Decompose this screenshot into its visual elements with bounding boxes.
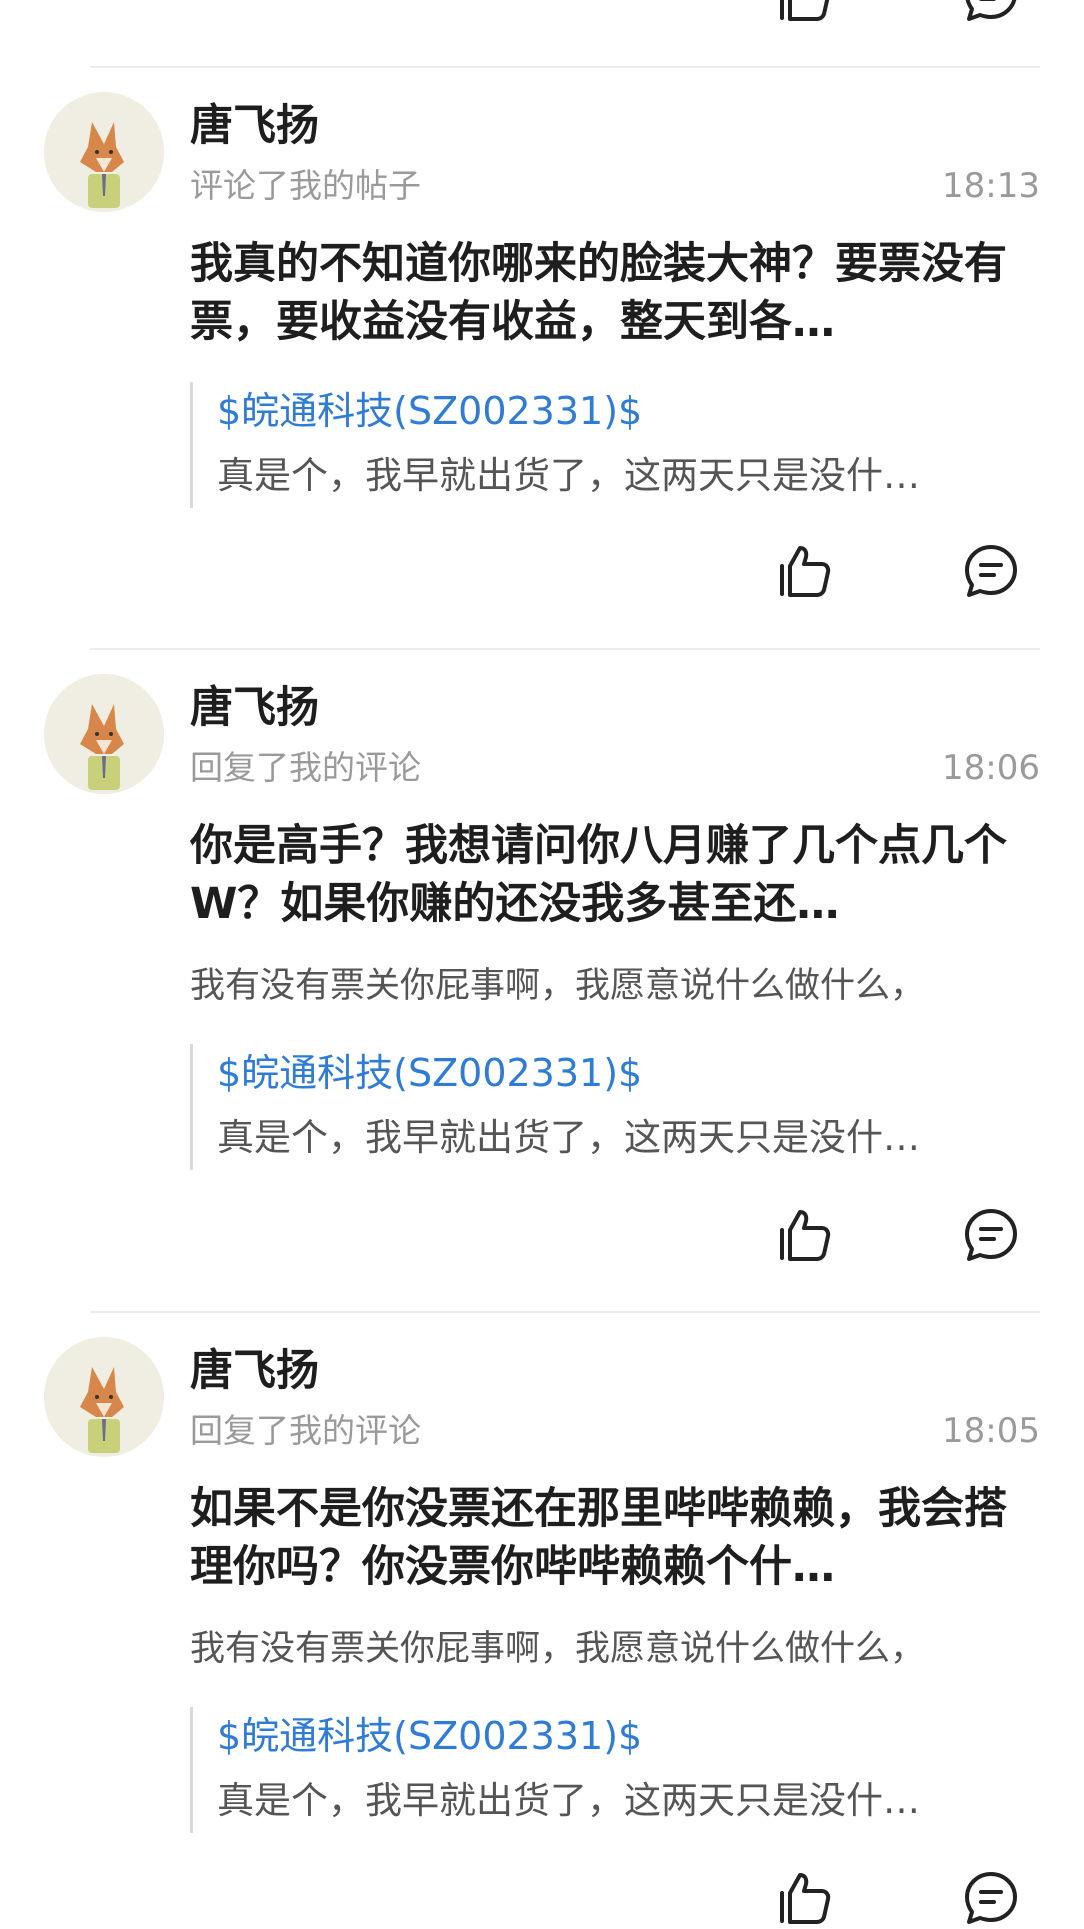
comment-content[interactable]: 如果不是你没票还在那里哔哔赖赖，我会搭理你吗？你没票你哔哔赖赖个什… (190, 1480, 1010, 1596)
user-avatar[interactable] (44, 674, 164, 794)
quoted-post[interactable]: $皖通科技(SZ002331)$ 真是个，我早就出货了，这两天只是没什… (190, 1044, 1023, 1170)
notification-action: 回复了我的评论 (190, 748, 421, 787)
timestamp: 18:06 (942, 748, 1040, 788)
notification-action: 评论了我的帖子 (190, 166, 421, 205)
action-bar (0, 542, 1084, 602)
timestamp: 18:13 (942, 166, 1040, 206)
comment-bubble-icon[interactable] (962, 542, 1020, 600)
comment-bubble-icon[interactable] (962, 1869, 1020, 1927)
thumbs-up-icon[interactable] (776, 542, 834, 600)
quoted-post-text: 真是个，我早就出货了，这两天只是没什… (217, 454, 920, 497)
action-bar (0, 0, 1084, 26)
replied-comment-text: 我有没有票关你屁事啊，我愿意说什么做什么， (190, 966, 926, 1006)
stock-link[interactable]: $皖通科技(SZ002331)$ (217, 1711, 642, 1761)
replied-comment-text: 我有没有票关你屁事啊，我愿意说什么做什么， (190, 1629, 926, 1669)
user-avatar[interactable] (44, 1337, 164, 1457)
quoted-post[interactable]: $皖通科技(SZ002331)$ 真是个，我早就出货了，这两天只是没什… (190, 382, 1023, 508)
quoted-post-text: 真是个，我早就出货了，这两天只是没什… (217, 1779, 920, 1822)
quoted-post[interactable]: $皖通科技(SZ002331)$ 真是个，我早就出货了，这两天只是没什… (190, 1707, 1023, 1833)
divider (90, 1311, 1040, 1313)
comment-content[interactable]: 你是高手？我想请问你八月赚了几个点几个W？如果你赚的还没我多甚至还… (190, 817, 1010, 933)
user-name[interactable]: 唐飞扬 (190, 1343, 319, 1399)
quoted-post-text: 真是个，我早就出货了，这两天只是没什… (217, 1116, 920, 1159)
thumbs-up-icon[interactable] (776, 1206, 834, 1264)
divider (90, 648, 1040, 650)
timestamp: 18:05 (942, 1411, 1040, 1451)
comment-bubble-icon[interactable] (962, 1206, 1020, 1264)
user-name[interactable]: 唐飞扬 (190, 680, 319, 736)
divider (90, 66, 1040, 68)
user-avatar[interactable] (44, 92, 164, 212)
thumbs-up-icon[interactable] (776, 1869, 834, 1927)
stock-link[interactable]: $皖通科技(SZ002331)$ (217, 1048, 642, 1098)
user-name[interactable]: 唐飞扬 (190, 98, 319, 154)
notification-action: 回复了我的评论 (190, 1411, 421, 1450)
stock-link[interactable]: $皖通科技(SZ002331)$ (217, 386, 642, 436)
comment-bubble-icon[interactable] (962, 0, 1020, 24)
comment-content[interactable]: 我真的不知道你哪来的脸装大神？要票没有票，要收益没有收益，整天到各… (190, 235, 1010, 351)
thumbs-up-icon[interactable] (776, 0, 834, 24)
action-bar (0, 1206, 1084, 1266)
action-bar (0, 1869, 1084, 1929)
